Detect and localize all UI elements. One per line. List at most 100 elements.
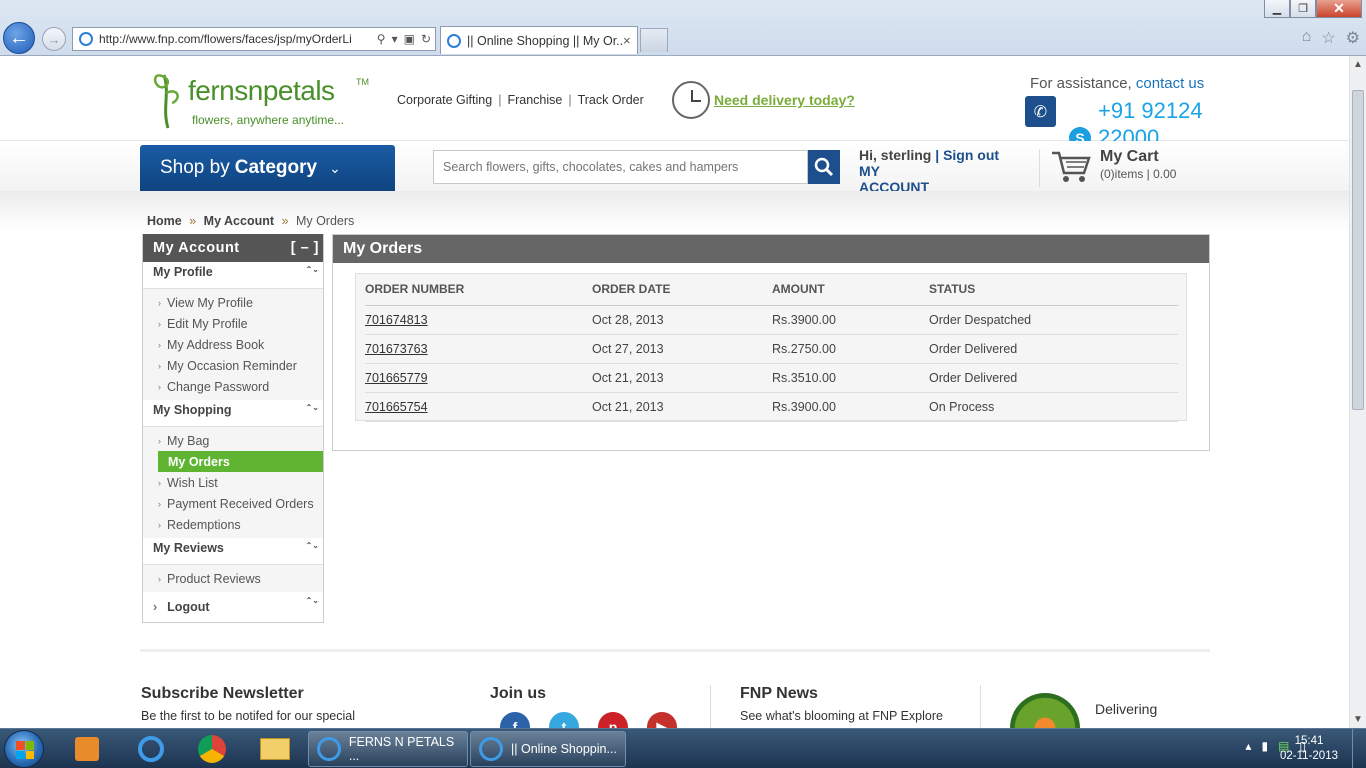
address-url[interactable]: http://www.fnp.com/flowers/faces/jsp/myO… (99, 32, 373, 46)
show-desktop-button[interactable] (1352, 729, 1366, 768)
task-label: || Online Shoppin... (511, 742, 617, 756)
cart-title[interactable]: My Cart (1100, 148, 1159, 166)
order-number-link[interactable]: 701673763 (365, 342, 428, 356)
chrome-icon[interactable] (189, 733, 235, 765)
footer-divider (980, 685, 981, 728)
tab-close-icon[interactable]: × (623, 33, 637, 48)
forward-button[interactable]: → (42, 27, 66, 51)
internet-explorer-icon[interactable] (128, 733, 174, 765)
favorites-star-icon[interactable]: ☆ (1321, 28, 1335, 48)
footer-divider (710, 685, 711, 728)
sidebar-item-occasion-reminder[interactable]: › My Occasion Reminder (143, 355, 323, 376)
fnp-logo[interactable]: fernsnpetals TM flowers, anywhere anytim… (148, 63, 369, 133)
sidebar-item-logout[interactable]: › Logout ⌃⌄ (143, 592, 323, 622)
sidebar-item-change-password[interactable]: › Change Password (143, 376, 323, 397)
logo-brand: fernsnpetals (188, 75, 335, 106)
sidebar-header: My Account [ – ] (143, 234, 323, 262)
web-page: fernsnpetals TM flowers, anywhere anytim… (0, 57, 1349, 728)
sidebar-item-label: Product Reviews (167, 571, 261, 586)
pinterest-icon[interactable]: p (598, 712, 628, 728)
search-input[interactable] (434, 151, 807, 183)
page-scrollbar[interactable]: ▲ ▼ (1349, 56, 1366, 728)
facebook-icon[interactable]: f (500, 712, 530, 728)
tray-expand-icon[interactable]: ▴ (1245, 739, 1251, 753)
table-header-row: ORDER NUMBER ORDER DATE AMOUNT STATUS (365, 274, 1178, 306)
need-delivery-link[interactable]: Need delivery today? (714, 92, 855, 108)
network-icon[interactable]: ▮ (1261, 739, 1268, 753)
sidebar-item-wish-list[interactable]: › Wish List (143, 472, 323, 493)
restore-button[interactable]: ❐ (1290, 0, 1316, 18)
section-toggle-icon[interactable]: ⌃⌄ (306, 265, 319, 274)
taskbar-clock[interactable]: 15:41 02-11-2013 (1280, 734, 1338, 764)
sidebar-collapse-toggle[interactable]: [ – ] (291, 240, 319, 256)
sidebar-item-label: My Orders (168, 454, 230, 469)
section-title: My Shopping (153, 403, 232, 417)
scroll-down-icon[interactable]: ▼ (1350, 711, 1366, 728)
contact-us-link[interactable]: contact us (1136, 75, 1204, 92)
orders-table-container: ORDER NUMBER ORDER DATE AMOUNT STATUS 70… (355, 273, 1187, 422)
tools-gear-icon[interactable]: ⚙ (1346, 28, 1360, 48)
sidebar-section-reviews[interactable]: My Reviews ⌃⌄ (143, 538, 323, 565)
order-number-link[interactable]: 701665754 (365, 400, 428, 414)
twitter-icon[interactable]: t (549, 712, 579, 728)
chevron-right-icon: › (158, 498, 161, 509)
column-header: ORDER DATE (592, 274, 772, 306)
taskbar-task-online-shopping[interactable]: || Online Shoppin... (470, 731, 626, 767)
track-order-link[interactable]: Track Order (578, 93, 644, 107)
sidebar-item-address-book[interactable]: › My Address Book (143, 334, 323, 355)
dropdown-arrow-icon[interactable]: ▾ (392, 32, 398, 46)
section-toggle-icon[interactable]: ⌃⌄ (306, 541, 319, 550)
account-sidebar: My Account [ – ] My Profile ⌃⌄ › View My … (142, 234, 324, 623)
sidebar-item-redemptions[interactable]: › Redemptions (143, 514, 323, 535)
search-icon[interactable]: ⚲ (377, 32, 386, 46)
cart-icon[interactable] (1050, 147, 1092, 185)
sidebar-section-shopping[interactable]: My Shopping ⌃⌄ (143, 400, 323, 427)
footer-join: Join us (490, 685, 546, 703)
chevron-down-icon: ⌄ (329, 159, 341, 176)
scroll-thumb[interactable] (1352, 90, 1364, 410)
ie-task-icon (317, 737, 341, 761)
breadcrumb-home[interactable]: Home (147, 214, 182, 228)
sidebar-item-edit-profile[interactable]: › Edit My Profile (143, 313, 323, 334)
search-box[interactable] (433, 150, 808, 184)
sidebar-item-my-orders[interactable]: My Orders (158, 451, 323, 472)
section-toggle-icon[interactable]: ⌃⌄ (306, 596, 319, 605)
file-explorer-icon[interactable] (252, 733, 298, 765)
compat-view-icon[interactable]: ▣ (404, 32, 415, 46)
search-icon (814, 157, 834, 177)
search-button[interactable] (808, 150, 840, 184)
column-header: ORDER NUMBER (365, 274, 592, 306)
minimize-button[interactable]: ▁ (1264, 0, 1290, 18)
order-number-link[interactable]: 701665779 (365, 371, 428, 385)
refresh-icon[interactable]: ↻ (421, 32, 431, 46)
assistance-text: For assistance, (1030, 75, 1132, 92)
ie-tab-icon (447, 33, 461, 48)
chevron-right-icon: › (158, 339, 161, 350)
scroll-up-icon[interactable]: ▲ (1350, 56, 1366, 73)
sidebar-item-view-profile[interactable]: › View My Profile (143, 292, 323, 313)
youtube-icon[interactable]: ▶ (647, 712, 677, 728)
media-player-icon[interactable] (64, 733, 110, 765)
start-button[interactable] (4, 730, 44, 768)
breadcrumb-my-account[interactable]: My Account (204, 214, 274, 228)
franchise-link[interactable]: Franchise (507, 93, 562, 107)
sidebar-item-payment-received[interactable]: › Payment Received Orders (143, 493, 323, 514)
order-number-link[interactable]: 701674813 (365, 313, 428, 327)
close-window-button[interactable]: ✕ (1316, 0, 1362, 18)
join-title: Join us (490, 685, 547, 702)
sidebar-section-profile[interactable]: My Profile ⌃⌄ (143, 262, 323, 289)
user-greeting: Hi, sterling | Sign out MY ACCOUNT (859, 147, 1000, 195)
home-icon[interactable]: ⌂ (1302, 28, 1312, 48)
shop-by-category-button[interactable]: Shop by Category ⌄ (140, 145, 395, 191)
sidebar-item-my-bag[interactable]: › My Bag (143, 430, 323, 451)
section-toggle-icon[interactable]: ⌃⌄ (306, 403, 319, 412)
sign-out-link[interactable]: Sign out (943, 147, 999, 163)
back-button[interactable]: ← (3, 22, 35, 54)
taskbar-task-fnp[interactable]: FERNS N PETALS ... (308, 731, 468, 767)
new-tab-button[interactable] (640, 28, 668, 52)
browser-tab-active[interactable]: || Online Shopping || My Or... × (440, 26, 638, 54)
sidebar-item-label: My Occasion Reminder (167, 358, 297, 373)
address-bar[interactable]: http://www.fnp.com/flowers/faces/jsp/myO… (72, 27, 436, 51)
corporate-gifting-link[interactable]: Corporate Gifting (397, 93, 492, 107)
sidebar-item-product-reviews[interactable]: › Product Reviews (143, 568, 323, 589)
